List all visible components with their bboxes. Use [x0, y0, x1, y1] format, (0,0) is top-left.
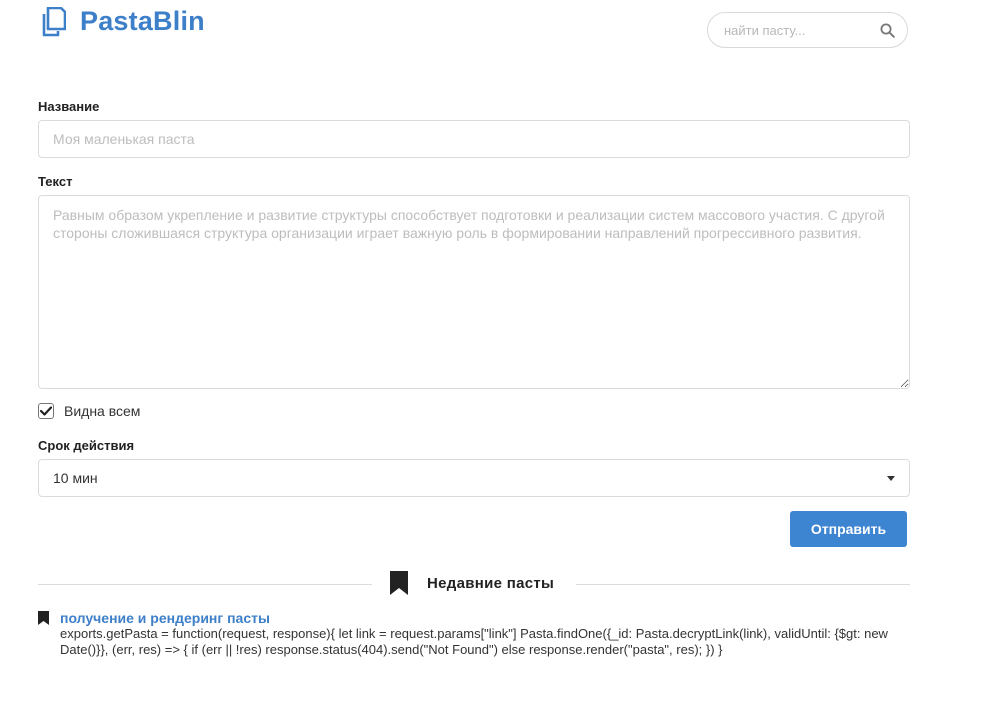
title-label: Название: [38, 99, 100, 114]
text-label: Текст: [38, 174, 73, 189]
bookmark-icon: [390, 571, 408, 595]
public-label: Видна всем: [64, 403, 141, 419]
chevron-down-icon: [887, 475, 895, 481]
copy-icon: [42, 6, 66, 36]
expiry-value: 10 мин: [53, 470, 98, 486]
bookmark-icon: [38, 611, 49, 625]
public-toggle[interactable]: Видна всем: [38, 403, 140, 419]
app-logo[interactable]: PastaBlin: [40, 6, 205, 37]
title-input[interactable]: [38, 120, 910, 158]
app-name: PastaBlin: [80, 6, 205, 36]
divider-right: [576, 584, 910, 585]
expiry-select[interactable]: 10 мин: [38, 459, 910, 497]
check-icon: [40, 406, 52, 416]
text-input[interactable]: [38, 195, 910, 389]
search-input[interactable]: [722, 21, 880, 39]
expiry-label: Срок действия: [38, 438, 135, 453]
submit-button[interactable]: Отправить: [790, 511, 907, 547]
divider-left: [38, 584, 372, 585]
search-icon[interactable]: [880, 23, 895, 38]
public-checkbox[interactable]: [38, 403, 54, 419]
paste-link[interactable]: получение и рендеринг пасты: [60, 610, 270, 626]
search-box[interactable]: [707, 12, 908, 48]
recent-header: Недавние пасты: [389, 571, 554, 595]
paste-snippet: exports.getPasta = function(request, res…: [60, 626, 888, 657]
recent-title: Недавние пасты: [427, 574, 555, 592]
